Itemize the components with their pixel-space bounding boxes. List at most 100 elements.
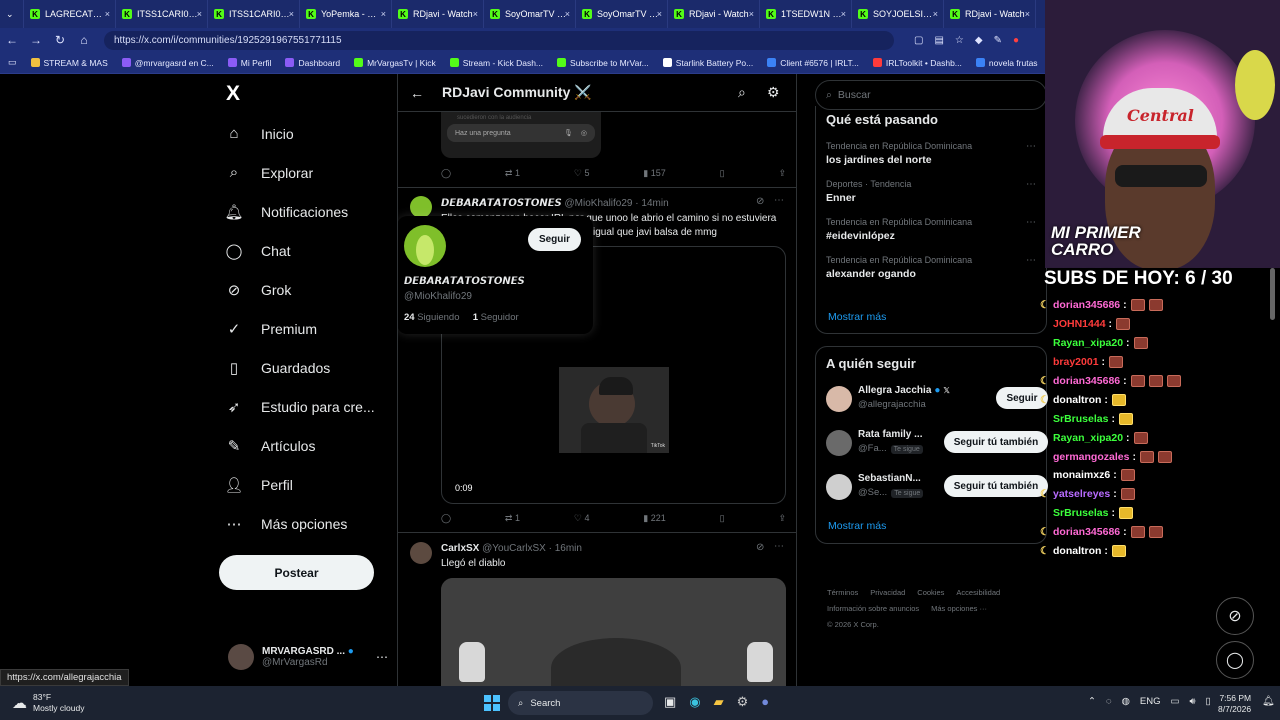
tray-icon[interactable]: ◌ [1106, 696, 1112, 707]
footer-link[interactable]: Más opciones ··· [931, 604, 987, 613]
reader-icon[interactable]: ▤ [934, 35, 943, 46]
nav-item-perfil[interactable]: 👤︎ Perfil [215, 465, 390, 504]
clock[interactable]: 7:56 PM 8/7/2026 [1218, 693, 1251, 715]
browser-tab[interactable]: K SoyOmarTV - W × [576, 0, 668, 28]
post-avatar[interactable] [410, 196, 432, 218]
trend-item[interactable]: Tendencia en República Dominicana #eidevi… [826, 217, 1036, 242]
reply-icon[interactable]: ◯ [441, 513, 451, 524]
footer-link[interactable]: Privacidad [870, 588, 905, 597]
nav-item-inicio[interactable]: ⌂ Inicio [215, 114, 390, 153]
bookmark-item[interactable]: novela frutas [975, 58, 1038, 68]
back-icon[interactable]: ← [0, 33, 24, 47]
close-icon[interactable]: × [933, 9, 938, 19]
nav-item-explorar[interactable]: ⌕ Explorar [215, 153, 390, 192]
bookmark-item[interactable]: IRLToolkit • Dashb... [872, 58, 962, 68]
nav-item-guardados[interactable]: ▯ Guardados [215, 348, 390, 387]
extension-icon[interactable]: ◆ [975, 35, 983, 46]
close-icon[interactable]: × [657, 9, 662, 19]
home-browser-icon[interactable]: ⌂ [72, 33, 96, 47]
profile-hovercard[interactable]: Seguir 𝘿𝙀𝘽𝘼𝙍𝘼𝙏𝘼𝙏𝙊𝙎𝙏𝙊𝙉𝙀𝙎 @MioKhalifo29 24… [398, 216, 593, 334]
footer-link[interactable]: Accesibilidad [956, 588, 1000, 597]
close-icon[interactable]: × [381, 9, 386, 19]
nav-item-más-opciones[interactable]: ⋯ Más opciones [215, 504, 390, 543]
suggestion-row[interactable]: Rata family ... @Fa... Te sigue Seguir tú t… [826, 427, 1048, 470]
post-more-icon[interactable]: ⋯ [774, 541, 784, 552]
bookmark-icon[interactable]: ▯ [720, 513, 725, 524]
tab-list-button[interactable]: ⌄ [0, 0, 24, 28]
edge-icon[interactable]: ◉ [689, 694, 700, 710]
close-icon[interactable]: × [197, 9, 202, 19]
gear-icon[interactable]: ⚙ [767, 84, 780, 101]
browser-tab[interactable]: K ITSS1CARI0 - W × [116, 0, 208, 28]
repost-button[interactable]: ⇄ 1 [505, 168, 520, 179]
share-icon[interactable]: ⇪ [778, 513, 786, 524]
profile-browser-icon[interactable]: ● [1013, 35, 1019, 46]
nav-item-artículos[interactable]: ✎ Artículos [215, 426, 390, 465]
post-author[interactable]: CarlxSX [441, 543, 479, 554]
network-icon[interactable]: ▭ [1171, 696, 1180, 707]
footer-link[interactable]: Términos [827, 588, 858, 597]
volume-icon[interactable]: 🔊︎ [1190, 696, 1196, 707]
suggestion-row[interactable]: Allegra Jacchia ● 𝕏 @allegrajacchia Seguir [826, 383, 1048, 426]
post-media[interactable] [441, 578, 786, 686]
share-icon[interactable]: ⇪ [778, 168, 786, 179]
trend-item[interactable]: Tendencia en República Dominicana los jar… [826, 141, 1036, 166]
browser-tab[interactable]: K ITSS1CARI0 - W × [208, 0, 300, 28]
close-icon[interactable]: × [565, 9, 570, 19]
post-author[interactable]: 𝘿𝙀𝘽𝘼𝙍𝘼𝙏𝘼𝙏𝙊𝙎𝙏𝙊𝙉𝙀𝙎 [441, 198, 562, 209]
star-icon[interactable]: ☆ [955, 35, 964, 46]
like-button[interactable]: ♡ 4 [574, 513, 590, 524]
trend-item[interactable]: Deportes · Tendencia Enner ⋯ [826, 179, 1036, 204]
battery-icon[interactable]: ▯ [1206, 696, 1211, 707]
bookmark-item[interactable]: Mi Perfil [227, 58, 271, 68]
close-icon[interactable]: × [105, 9, 110, 19]
post-time[interactable]: · 16min [549, 543, 582, 554]
app-icon[interactable]: ⚙ [737, 694, 749, 710]
following-link[interactable]: 24 Siguiendo [404, 312, 459, 323]
browser-tab[interactable]: K SoyOmarTV - W × [484, 0, 576, 28]
bookmark-item[interactable]: Starlink Battery Po... [662, 58, 753, 68]
close-icon[interactable]: × [749, 9, 754, 19]
x-logo[interactable]: X [226, 82, 240, 106]
grok-icon[interactable]: ⊘ [756, 542, 764, 553]
bookmark-item[interactable]: @mrvargasrd en C... [121, 58, 214, 68]
more-icon[interactable]: ⋯ [1026, 141, 1036, 152]
footer-link[interactable]: Información sobre anuncios [827, 604, 919, 613]
hovercard-name[interactable]: 𝘿𝙀𝘽𝘼𝙍𝘼𝙏𝘼𝙏𝙊𝙎𝙏𝙊𝙉𝙀𝙎 [404, 276, 525, 287]
bookmark-icon[interactable]: ▯ [720, 168, 725, 179]
notification-icon[interactable]: 🔔︎ [1262, 696, 1275, 707]
like-button[interactable]: ♡ 5 [574, 168, 590, 179]
more-icon[interactable]: ⋯ [376, 650, 388, 664]
forward-icon[interactable]: → [24, 33, 48, 47]
browser-tab[interactable]: K RDjavi - Watch × [392, 0, 484, 28]
repost-button[interactable]: ⇄ 1 [505, 513, 520, 524]
post-button[interactable]: Postear [219, 555, 374, 590]
browser-tab[interactable]: K LAGRECATV - V × [24, 0, 116, 28]
trend-item[interactable]: Tendencia en República Dominicana alexand… [826, 255, 1036, 280]
account-switcher[interactable]: MRVARGASRD ... ● @MrVargasRd ⋯ [228, 640, 388, 674]
followers-link[interactable]: 1 Seguidor [473, 312, 519, 323]
chevron-up-icon[interactable]: ⌃ [1088, 696, 1096, 707]
post-time[interactable]: · 14min [635, 198, 668, 209]
browser-tab[interactable]: K 1TSEDW1N - W × [760, 0, 852, 28]
browser-tab[interactable]: K YoPemka - Watc × [300, 0, 392, 28]
more-icon[interactable]: ⋯ [1026, 179, 1036, 190]
follow-button[interactable]: Seguir tú también [944, 431, 1048, 453]
show-more-suggestions[interactable]: Mostrar más [828, 520, 886, 532]
search-icon[interactable]: ⌕ [738, 84, 746, 101]
nav-item-premium[interactable]: ✓ Premium [215, 309, 390, 348]
post-handle[interactable]: @MioKhalifo29 [565, 198, 633, 209]
bookmark-menu-icon[interactable]: ▭ [8, 57, 17, 68]
discord-icon[interactable]: ● [761, 694, 769, 710]
tab-search-icon[interactable]: ▢ [914, 35, 923, 46]
messages-float-button[interactable]: ◯ [1216, 641, 1254, 679]
bookmark-item[interactable]: Client #6576 | IRLT... [767, 58, 859, 68]
tray-icon-2[interactable]: ◍ [1122, 696, 1130, 707]
more-icon[interactable]: ⋯ [1026, 217, 1036, 228]
nav-item-grok[interactable]: ⊘ Grok [215, 270, 390, 309]
bookmark-item[interactable]: MrVargasTv | Kick [354, 58, 436, 68]
browser-tab[interactable]: K RDjavi - Watch × [944, 0, 1036, 28]
nav-item-chat[interactable]: ◯ Chat [215, 231, 390, 270]
folder-icon[interactable]: ▰ [714, 694, 724, 710]
more-icon[interactable]: ⋯ [1026, 255, 1036, 266]
